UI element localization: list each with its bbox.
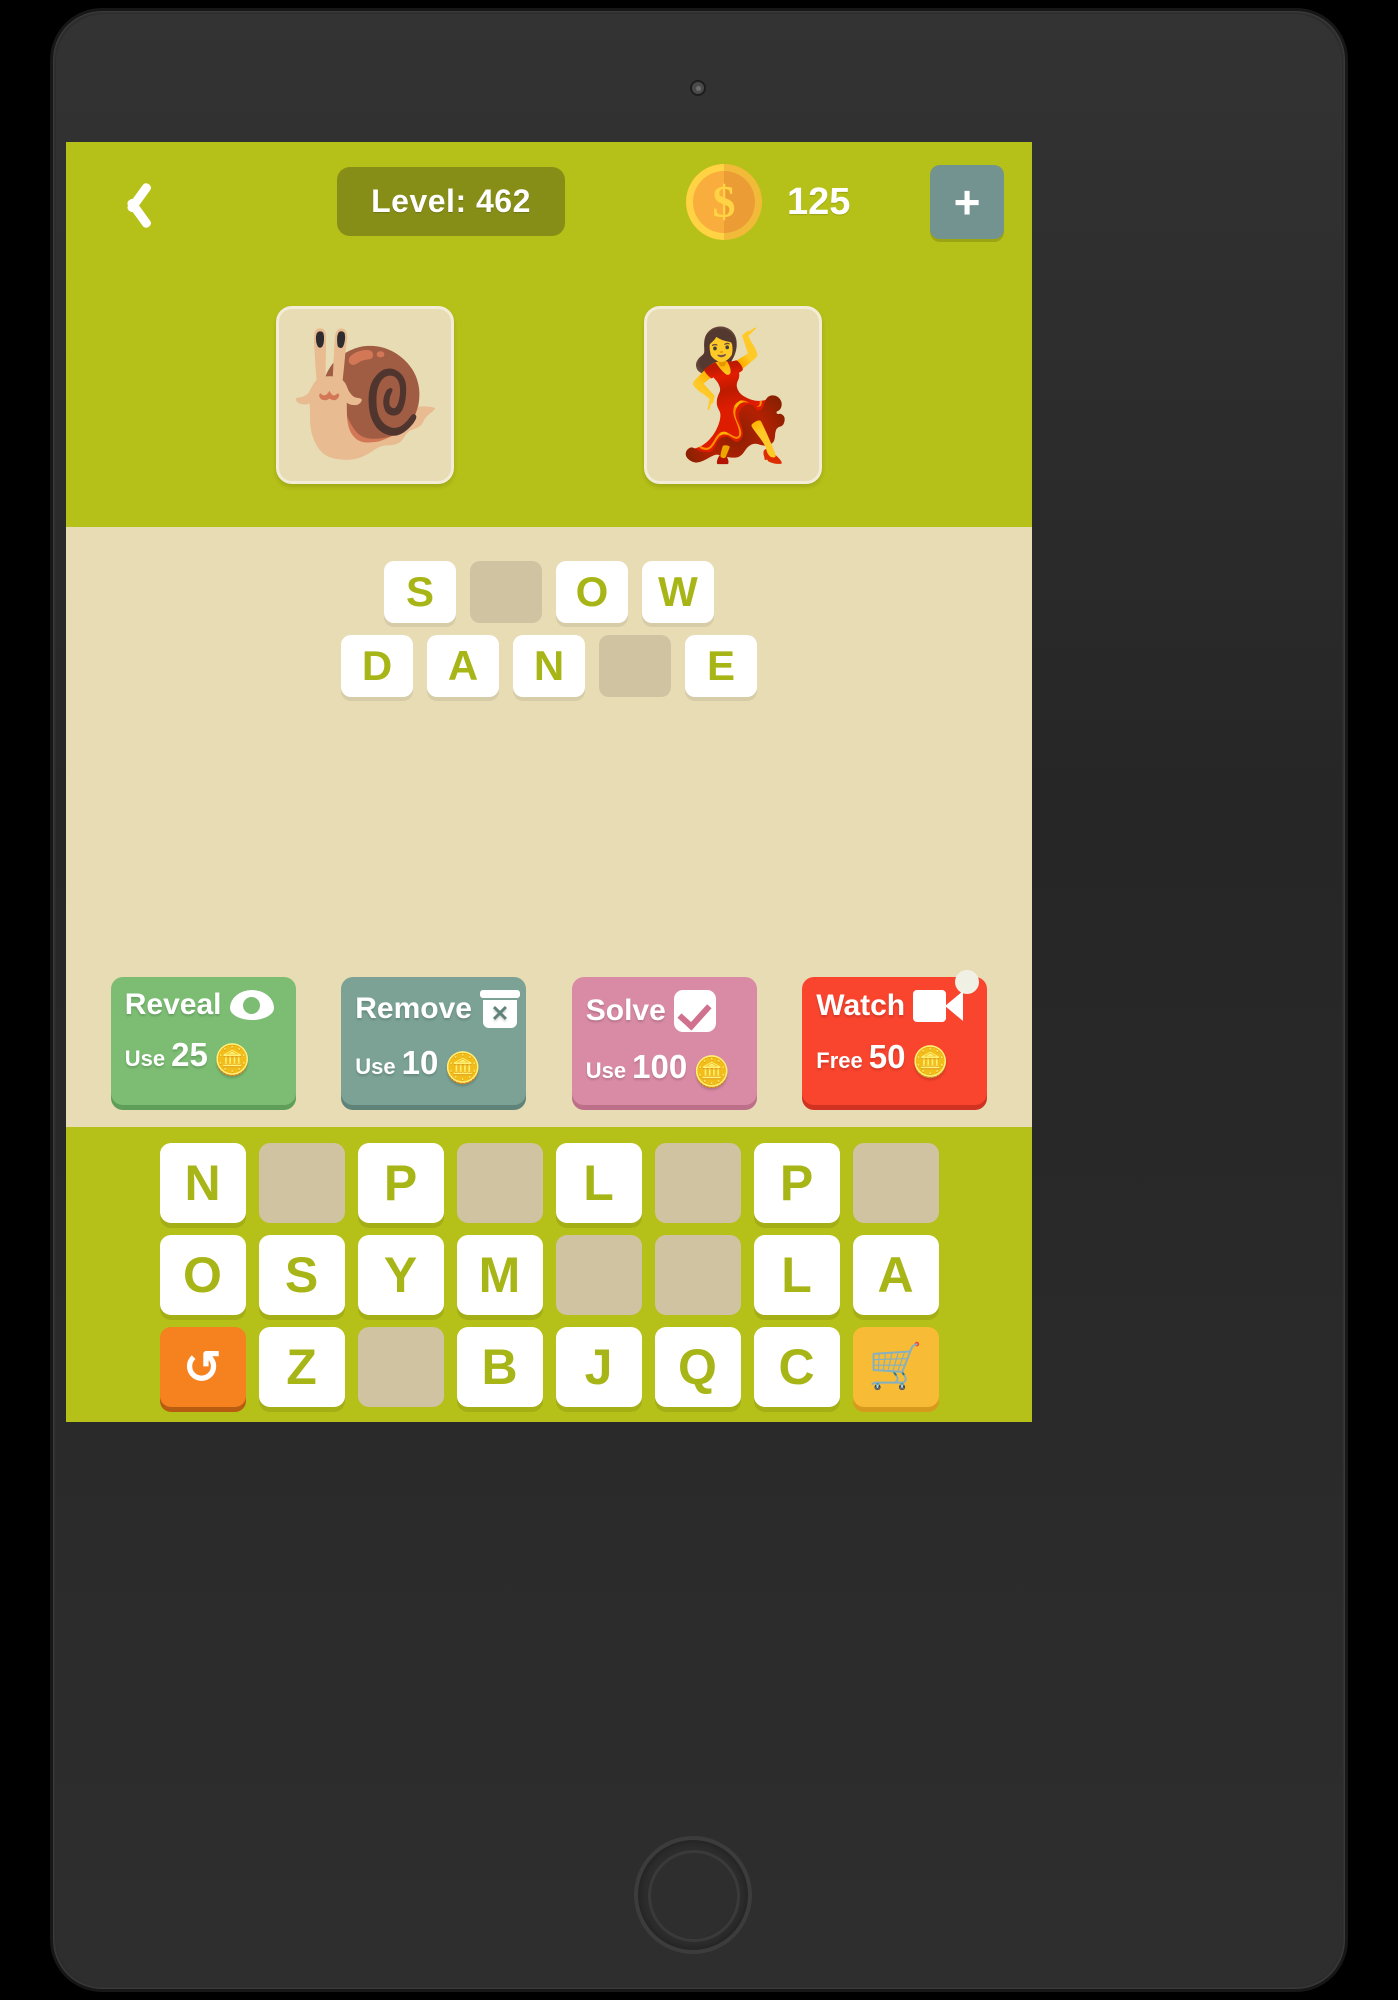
coins-icon: 🪙 (911, 1046, 949, 1079)
reveal-cost-amount: 25 (171, 1036, 208, 1073)
key-letter[interactable]: L (555, 1143, 642, 1223)
remove-top: Remove ✕ (355, 990, 520, 1028)
key-blank (654, 1235, 741, 1315)
reveal-cost-prefix: Use (124, 1046, 166, 1071)
answer-tile[interactable]: D (341, 635, 413, 697)
clue-card-snail: 🐌 (276, 305, 454, 484)
key-blank (654, 1143, 741, 1223)
trash-can: ✕ (482, 1000, 517, 1028)
checkbox-check-icon (673, 990, 716, 1032)
solve-label: Solve (585, 994, 666, 1027)
answer-row-2: D A N E (66, 635, 1032, 697)
watch-label: Watch (816, 989, 906, 1022)
reveal-button[interactable]: Reveal Use 25 🪙 (110, 977, 296, 1105)
answer-tile[interactable]: S (384, 561, 456, 623)
remove-cost: Use 10 🪙 (355, 1044, 514, 1085)
coin-dollar-icon: $ (686, 164, 762, 240)
front-camera-icon (690, 80, 706, 96)
solve-top: Solve (586, 990, 745, 1032)
answer-tile-empty[interactable] (470, 561, 542, 623)
reveal-label: Reveal (124, 988, 222, 1021)
key-letter[interactable]: P (753, 1143, 840, 1223)
coins-icon: 🪙 (444, 1052, 482, 1085)
watch-reward-amount: 50 (868, 1038, 906, 1075)
key-blank (456, 1143, 543, 1223)
answer-board: S O W D A N E Reveal Use 25 🪙 Remove ✕ U… (66, 527, 1032, 1127)
reveal-cost: Use 25 🪙 (124, 1036, 284, 1077)
key-blank (357, 1327, 444, 1407)
key-letter[interactable]: J (555, 1327, 642, 1407)
key-letter[interactable]: N (159, 1143, 246, 1223)
key-letter[interactable]: O (159, 1235, 246, 1315)
answer-tile[interactable]: E (685, 635, 757, 697)
answer-tile[interactable]: A (427, 635, 499, 697)
key-blank (555, 1235, 642, 1315)
key-letter[interactable]: Z (258, 1327, 345, 1407)
level-indicator: Level: 462 (337, 167, 565, 236)
letter-keyboard: N P L P O S Y M L A ↻ Z B J Q C 🛒 (66, 1127, 1032, 1422)
app-screen: Level: 462 $ 125 + 🐌 💃 S O W D A N E Rev… (66, 142, 1032, 1422)
shopping-cart-icon: 🛒 (868, 1342, 923, 1391)
watch-reward-prefix: Free (816, 1048, 863, 1073)
shop-cart-button[interactable]: 🛒 (852, 1327, 939, 1407)
add-coins-label: + (953, 176, 981, 228)
shuffle-refresh-button[interactable]: ↻ (159, 1327, 246, 1407)
video-body (913, 990, 947, 1022)
app-header: Level: 462 $ 125 + (66, 142, 1032, 262)
solve-cost-prefix: Use (585, 1058, 627, 1083)
keyboard-row-1: N P L P (80, 1143, 1018, 1223)
remove-cost-prefix: Use (355, 1054, 396, 1079)
coin-balance-area: $ 125 + (686, 160, 1016, 244)
answer-tile-empty[interactable] (599, 635, 671, 697)
solve-button[interactable]: Solve Use 100 🪙 (571, 977, 757, 1105)
add-coins-button[interactable]: + (930, 165, 1004, 239)
keyboard-row-3: ↻ Z B J Q C 🛒 (80, 1327, 1018, 1407)
reveal-top: Reveal (125, 990, 284, 1020)
powerup-bar: Reveal Use 25 🪙 Remove ✕ Use 10 🪙 Solve … (66, 970, 1032, 1105)
key-letter[interactable]: S (258, 1235, 345, 1315)
remove-button[interactable]: Remove ✕ Use 10 🪙 (341, 977, 527, 1105)
back-chevron-icon (113, 176, 143, 228)
solve-cost: Use 100 🪙 (585, 1048, 745, 1089)
key-letter[interactable]: Y (357, 1235, 444, 1315)
coin-count: 125 (787, 180, 851, 223)
remove-cost-amount: 10 (401, 1044, 439, 1081)
key-letter[interactable]: C (753, 1327, 840, 1407)
coins-icon: 🪙 (213, 1044, 252, 1077)
watch-top: Watch (816, 990, 975, 1022)
key-letter[interactable]: B (456, 1327, 543, 1407)
video-lens (945, 991, 964, 1021)
clue-card-dancer: 💃 (644, 305, 822, 484)
tablet-device: Level: 462 $ 125 + 🐌 💃 S O W D A N E Rev… (0, 0, 1398, 2000)
level-label: Level: 462 (371, 183, 531, 219)
puzzle-clue-area: 🐌 💃 (66, 262, 1032, 527)
key-letter[interactable]: Q (654, 1327, 741, 1407)
key-letter[interactable]: P (357, 1143, 444, 1223)
refresh-icon: ↻ (183, 1341, 222, 1393)
keyboard-row-2: O S Y M L A (80, 1235, 1018, 1315)
coin-dollar-glyph: $ (712, 176, 736, 227)
coins-icon: 🪙 (693, 1056, 731, 1089)
answer-tile[interactable]: N (513, 635, 585, 697)
dancer-icon: 💃 (654, 323, 812, 465)
watch-reward: Free 50 🪙 (816, 1038, 975, 1079)
trash-lid (479, 990, 520, 998)
answer-tile[interactable]: W (642, 561, 714, 623)
eye-icon (229, 990, 274, 1020)
remove-label: Remove (355, 992, 472, 1025)
answer-row-1: S O W (66, 561, 1032, 623)
solve-cost-amount: 100 (632, 1048, 688, 1085)
key-blank (258, 1143, 345, 1223)
home-button[interactable] (634, 1836, 752, 1954)
answer-tile[interactable]: O (556, 561, 628, 623)
key-blank (852, 1143, 939, 1223)
trash-x-icon: ✕ (479, 990, 520, 1028)
key-letter[interactable]: A (852, 1235, 939, 1315)
back-button[interactable] (90, 164, 166, 240)
key-letter[interactable]: L (753, 1235, 840, 1315)
watch-ad-button[interactable]: Watch Free 50 🪙 (802, 970, 988, 1105)
video-camera-icon (913, 990, 964, 1022)
snail-icon: 🐌 (286, 323, 444, 465)
key-letter[interactable]: M (456, 1235, 543, 1315)
